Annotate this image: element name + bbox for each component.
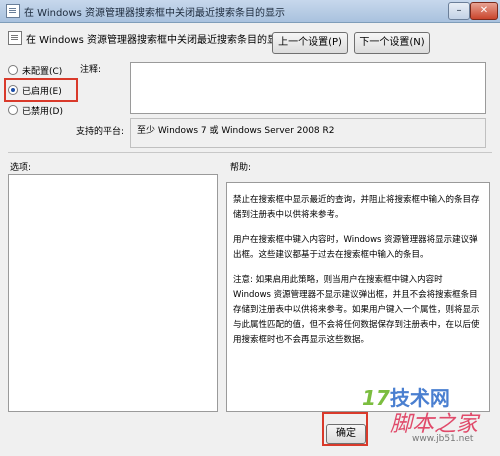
platform-value: 至少 Windows 7 或 Windows Server 2008 R2 (137, 126, 335, 136)
options-label: 选项: (10, 163, 32, 173)
setting-title: 在 Windows 资源管理器搜索框中关闭最近搜索条目的显示 (26, 35, 287, 46)
help-paragraph: 禁止在搜索框中显示最近的查询，并阻止将搜索框中输入的条目存储到注册表中以供将来参… (233, 195, 480, 220)
minimize-button[interactable]: – (448, 2, 470, 20)
comment-field[interactable] (130, 62, 486, 114)
next-setting-button[interactable]: 下一个设置(N) (354, 32, 430, 54)
window-title: 在 Windows 资源管理器搜索框中关闭最近搜索条目的显示 (24, 8, 285, 19)
radio-label: 已禁用(D) (22, 106, 63, 117)
policy-doc-icon (8, 31, 22, 45)
setting-header: 在 Windows 资源管理器搜索框中关闭最近搜索条目的显示 上一个设置(P) … (0, 22, 500, 58)
radio-enabled[interactable]: 已启用(E) (8, 82, 62, 98)
title-bar: 在 Windows 资源管理器搜索框中关闭最近搜索条目的显示 – ✕ (0, 0, 500, 23)
help-label: 帮助: (230, 163, 252, 173)
radio-label: 未配置(C) (22, 66, 63, 77)
platform-field: 至少 Windows 7 或 Windows Server 2008 R2 (130, 118, 486, 148)
options-panel (8, 174, 218, 412)
policy-doc-icon (6, 4, 20, 18)
radio-icon (8, 65, 18, 75)
ok-button[interactable]: 确定 (326, 424, 366, 444)
divider (8, 152, 492, 153)
comment-label: 注释: (80, 65, 102, 75)
radio-label: 已启用(E) (22, 86, 62, 97)
help-paragraph: 用户在搜索框中键入内容时，Windows 资源管理器将显示建议弹出框。这些建议都… (233, 235, 478, 260)
help-panel: 禁止在搜索框中显示最近的查询，并阻止将搜索框中输入的条目存储到注册表中以供将来参… (226, 182, 490, 412)
platform-label: 支持的平台: (76, 127, 125, 137)
radio-disabled[interactable]: 已禁用(D) (8, 102, 63, 118)
watermark-url: www.jb51.net (412, 434, 474, 444)
watermark-prefix: 17 (362, 386, 390, 410)
radio-icon (8, 105, 18, 115)
close-button[interactable]: ✕ (470, 2, 498, 20)
radio-selected-icon (8, 85, 18, 95)
radio-not-configured[interactable]: 未配置(C) (8, 62, 62, 78)
previous-setting-button[interactable]: 上一个设置(P) (272, 32, 348, 54)
close-icon: ✕ (479, 5, 489, 16)
help-paragraph: 注意: 如果启用此策略，则当用户在搜索框中键入内容时 Windows 资源管理器… (233, 275, 480, 345)
